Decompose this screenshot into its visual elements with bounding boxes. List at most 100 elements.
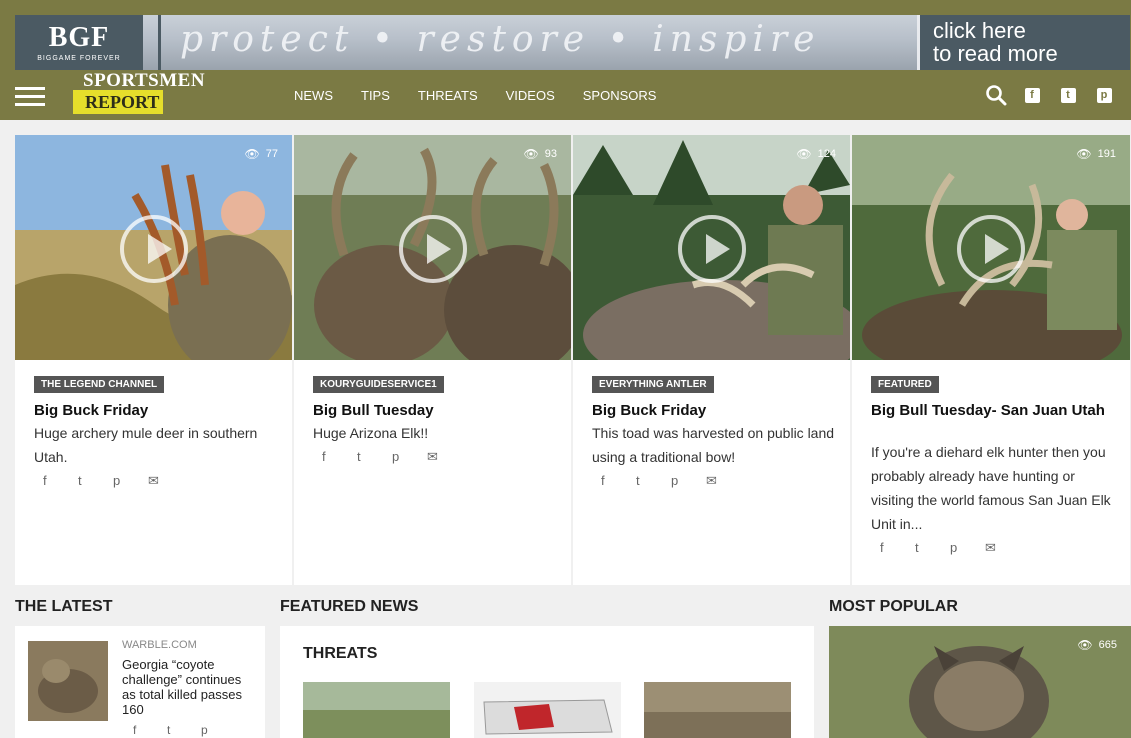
site-logo[interactable]: SPORTSMEN REPORT (73, 70, 208, 120)
featured-thumbnail[interactable] (303, 682, 450, 738)
card-title[interactable]: Big Bull Tuesday- San Juan Utah (871, 401, 1114, 420)
video-card[interactable]: 👁 77 THE LEGEND CHANNEL Big Buck Friday … (15, 135, 292, 585)
featured-news-panel: THREATS (280, 626, 814, 738)
card-title[interactable]: Big Buck Friday (592, 401, 834, 420)
view-count: 👁 124 (796, 147, 836, 161)
view-count: 👁 665 (1077, 638, 1117, 652)
banner-cta-line1: click here (933, 18, 1026, 43)
banner-cta-line2: to read more (933, 41, 1058, 66)
eye-icon: 👁 (1077, 638, 1093, 652)
channel-badge[interactable]: FEATURED (871, 376, 939, 393)
pinterest-share-icon[interactable]: p (392, 449, 427, 465)
email-share-icon[interactable]: ✉ (706, 473, 741, 489)
video-thumbnail[interactable]: 👁 124 (573, 135, 850, 360)
channel-badge[interactable]: EVERYTHING ANTLER (592, 376, 714, 393)
facebook-share-icon[interactable]: f (43, 473, 78, 489)
pinterest-icon[interactable]: p (1092, 83, 1116, 107)
eye-icon: 👁 (523, 147, 539, 161)
play-icon[interactable] (399, 215, 467, 283)
nav-menu: NEWS TIPS THREATS VIDEOS SPONSORS (294, 70, 684, 120)
featured-thumbnail[interactable] (644, 682, 791, 738)
facebook-share-icon[interactable]: f (880, 540, 915, 556)
facebook-share-icon[interactable]: f (322, 449, 357, 465)
channel-badge[interactable]: KOURYGUIDESERVICE1 (313, 376, 444, 393)
nav-news[interactable]: NEWS (294, 88, 333, 103)
email-share-icon[interactable]: ✉ (148, 473, 183, 489)
facebook-icon[interactable]: f (1020, 83, 1044, 107)
twitter-share-icon[interactable]: t (167, 723, 201, 737)
pinterest-share-icon[interactable]: p (201, 723, 235, 737)
pinterest-share-icon[interactable]: p (950, 540, 985, 556)
share-icons: f t p ✉ (322, 449, 462, 465)
featured-thumbnail[interactable] (474, 682, 621, 738)
section-heading-popular: MOST POPULAR (829, 598, 958, 615)
play-icon[interactable] (120, 215, 188, 283)
share-icons: f t p ✉ (880, 540, 1020, 556)
card-description: If you're a diehard elk hunter then you … (871, 444, 1111, 532)
play-icon[interactable] (678, 215, 746, 283)
logo-text-report: REPORT (73, 90, 164, 114)
logo-text-sportsmen: SPORTSMEN (83, 70, 206, 91)
card-description: This toad was harvested on public land u… (592, 425, 835, 465)
nav-threats[interactable]: THREATS (418, 88, 478, 103)
view-count: 👁 191 (1076, 147, 1116, 161)
pinterest-share-icon[interactable]: p (671, 473, 706, 489)
most-popular-thumbnail[interactable]: 👁 665 (829, 626, 1131, 738)
share-icons: f t p (133, 723, 235, 737)
facebook-share-icon[interactable]: f (601, 473, 636, 489)
banner-cta-text: click here to read more (933, 19, 1058, 65)
email-share-icon[interactable]: ✉ (985, 540, 1020, 556)
view-count-value: 93 (544, 148, 557, 160)
banner-cta-button[interactable]: click here to read more (917, 15, 1130, 70)
banner-divider (158, 15, 161, 70)
bgf-logo: BGF BIGGAME FOREVER (15, 15, 143, 70)
share-icons: f t p ✉ (43, 473, 183, 489)
view-count-value: 124 (817, 148, 836, 160)
bgf-logo-text: BGF (48, 22, 110, 53)
twitter-share-icon[interactable]: t (357, 449, 392, 465)
latest-title[interactable]: Georgia “coyote challenge” continues as … (122, 657, 254, 717)
nav-videos[interactable]: VIDEOS (506, 88, 555, 103)
twitter-share-icon[interactable]: t (78, 473, 113, 489)
nav-sponsors[interactable]: SPONSORS (583, 88, 657, 103)
bgf-logo-subtext: BIGGAME FOREVER (37, 55, 121, 62)
video-card[interactable]: 👁 93 KOURYGUIDESERVICE1 Big Bull Tuesday… (294, 135, 571, 585)
video-card[interactable]: 👁 124 EVERYTHING ANTLER Big Buck Friday … (573, 135, 850, 585)
twitter-share-icon[interactable]: t (636, 473, 671, 489)
card-title[interactable]: Big Buck Friday (34, 401, 276, 420)
facebook-share-icon[interactable]: f (133, 723, 167, 737)
twitter-icon[interactable]: t (1056, 83, 1080, 107)
banner-cta-divider (917, 15, 920, 70)
pinterest-share-icon[interactable]: p (113, 473, 148, 489)
section-heading-latest: THE LATEST (15, 598, 113, 615)
twitter-share-icon[interactable]: t (915, 540, 950, 556)
eye-icon: 👁 (244, 147, 260, 161)
menu-icon[interactable] (15, 87, 45, 107)
channel-badge[interactable]: THE LEGEND CHANNEL (34, 376, 165, 393)
search-icon[interactable] (984, 83, 1008, 107)
play-icon[interactable] (957, 215, 1025, 283)
share-icons: f t p ✉ (601, 473, 741, 489)
card-title[interactable]: Big Bull Tuesday (313, 401, 555, 420)
section-heading-featured: FEATURED NEWS (280, 598, 419, 615)
video-thumbnail[interactable]: 👁 93 (294, 135, 571, 360)
video-thumbnail[interactable]: 👁 77 (15, 135, 292, 360)
main-navbar: SPORTSMEN REPORT NEWS TIPS THREATS VIDEO… (0, 70, 1131, 120)
featured-category-title[interactable]: THREATS (303, 645, 377, 663)
view-count-value: 665 (1098, 639, 1117, 651)
card-description: Huge archery mule deer in southern Utah. (34, 425, 258, 465)
nav-tips[interactable]: TIPS (361, 88, 390, 103)
eye-icon: 👁 (1076, 147, 1092, 161)
latest-source[interactable]: WARBLE.COM (122, 639, 197, 651)
card-description: Huge Arizona Elk!! (313, 425, 429, 441)
video-card[interactable]: 👁 191 FEATURED Big Bull Tuesday- San Jua… (852, 135, 1130, 585)
view-count-value: 191 (1097, 148, 1116, 160)
banner-tagline: protect • restore • inspire (180, 19, 821, 60)
email-share-icon[interactable]: ✉ (427, 449, 462, 465)
latest-thumbnail[interactable] (28, 641, 108, 721)
view-count: 👁 93 (524, 147, 557, 161)
video-thumbnail[interactable]: 👁 191 (852, 135, 1130, 360)
banner-ad-image[interactable]: BGF BIGGAME FOREVER protect • restore • … (15, 15, 1130, 70)
top-banner-ad[interactable]: BGF BIGGAME FOREVER protect • restore • … (0, 0, 1131, 70)
latest-list-item[interactable]: WARBLE.COM Georgia “coyote challenge” co… (15, 626, 265, 738)
